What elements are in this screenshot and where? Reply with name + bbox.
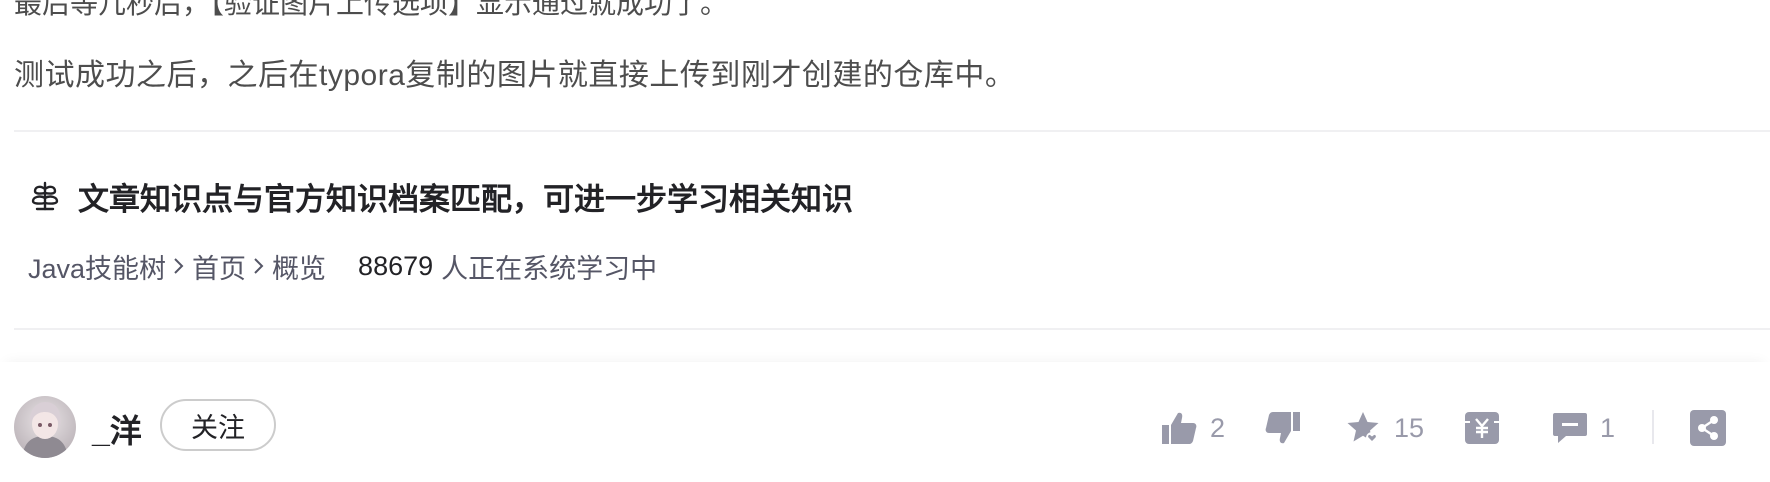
thumbs-down-icon [1264, 410, 1302, 446]
share-icon [1690, 410, 1726, 446]
like-count: 2 [1210, 412, 1226, 443]
comment-count: 1 [1600, 412, 1616, 443]
chevron-right-icon [252, 256, 266, 276]
thumbs-up-icon [1160, 410, 1198, 446]
comment-button[interactable]: 1 [1552, 404, 1615, 452]
breadcrumb-java-skill-tree[interactable]: Java技能树 [28, 247, 166, 286]
article-body: 最后等几秒后，【验证图片上传选项】显示通过就成功了。 测试成功之后，之后在typ… [0, 0, 1770, 362]
like-button[interactable]: 2 [1160, 404, 1225, 452]
dislike-button[interactable] [1264, 404, 1302, 452]
yuan-reward-icon [1464, 411, 1500, 445]
author-name[interactable]: _洋 [92, 406, 142, 452]
divider [14, 328, 1770, 330]
follow-button[interactable]: 关注 [160, 399, 276, 451]
collect-count: 15 [1394, 412, 1425, 443]
divider [14, 130, 1770, 132]
knowledge-breadcrumb: Java技能树 首页 概览 88679 人正在系统学习中 [28, 246, 657, 286]
skill-tree-icon [28, 179, 62, 213]
breadcrumb-overview[interactable]: 概览 [272, 247, 326, 286]
breadcrumb-home[interactable]: 首页 [192, 247, 246, 286]
reward-button[interactable] [1464, 404, 1500, 452]
partial-paragraph: 最后等几秒后，【验证图片上传选项】显示通过就成功了。 [14, 0, 729, 19]
knowledge-card-title: 文章知识点与官方知识档案匹配，可进一步学习相关知识 [28, 174, 853, 218]
learners-text: 人正在系统学习中 [441, 253, 658, 284]
article-paragraph: 测试成功之后，之后在typora复制的图片就直接上传到刚才创建的仓库中。 [14, 59, 1016, 92]
comment-icon [1552, 411, 1588, 445]
knowledge-title-text: 文章知识点与官方知识档案匹配，可进一步学习相关知识 [78, 181, 853, 217]
learners-count: 88679 [358, 250, 434, 281]
share-button[interactable] [1690, 404, 1726, 452]
avatar[interactable] [14, 396, 76, 458]
chevron-right-icon [172, 256, 186, 276]
collect-button[interactable]: 15 [1344, 404, 1424, 452]
divider [1652, 410, 1654, 444]
star-icon [1344, 410, 1382, 446]
